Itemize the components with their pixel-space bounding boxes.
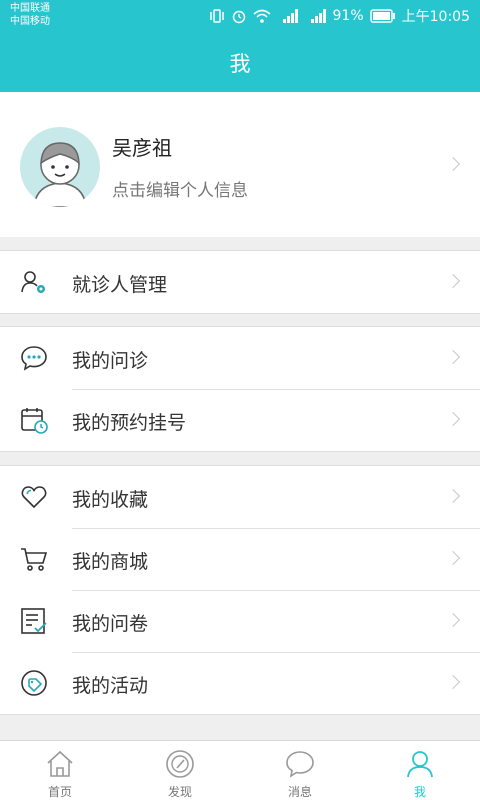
menu-label: 我的活动 — [72, 675, 149, 697]
patient-settings-icon — [21, 271, 45, 293]
chevron-right-icon — [445, 349, 461, 365]
chevron-right-icon — [445, 674, 461, 690]
person-icon — [407, 751, 433, 778]
profile-name: 吴彦祖 — [112, 136, 172, 160]
tab-discover[interactable]: 发现 — [120, 741, 240, 800]
home-icon — [47, 750, 73, 777]
cart-icon — [21, 548, 48, 571]
menu-item-my-favorites[interactable]: 我的收藏 — [0, 466, 480, 528]
status-time: 上午10:05 — [401, 9, 470, 25]
chat-bubble-icon — [21, 346, 47, 371]
menu-item-patient-management[interactable]: 就诊人管理 — [0, 251, 480, 313]
default-avatar-icon[interactable] — [20, 127, 100, 207]
menu-label: 我的收藏 — [72, 489, 149, 511]
chevron-right-icon — [445, 488, 461, 504]
menu-item-my-questionnaires[interactable]: 我的问卷 — [0, 590, 480, 652]
menu-group-patients: 就诊人管理 — [0, 250, 480, 314]
discover-icon — [166, 750, 194, 778]
carrier-info: 中国联通 中国移动 — [10, 2, 50, 28]
page-title: 我 — [229, 52, 251, 76]
heart-icon — [21, 486, 47, 509]
bottom-tab-bar: 首页 发现 消息 我 — [0, 740, 480, 800]
menu-item-my-activities[interactable]: 我的活动 — [0, 652, 480, 714]
menu-item-my-consultations[interactable]: 我的问诊 — [0, 327, 480, 389]
chevron-right-icon — [445, 411, 461, 427]
tab-label: 首页 — [47, 785, 72, 799]
menu-label: 我的预约挂号 — [72, 412, 187, 434]
menu-label: 我的问卷 — [72, 613, 149, 635]
menu-label: 就诊人管理 — [72, 274, 168, 296]
status-icons: 91% 上午10:05 — [209, 6, 470, 26]
profile-card[interactable]: 吴彦祖 点击编辑个人信息 — [0, 92, 480, 237]
menu-label: 我的商城 — [72, 551, 149, 573]
carrier-1: 中国联通 — [10, 3, 50, 14]
signal-4g-icon — [282, 9, 298, 23]
wifi-icon — [252, 9, 271, 23]
profile-edit-hint: 点击编辑个人信息 — [112, 181, 248, 201]
tab-label: 消息 — [287, 785, 312, 799]
chevron-right-icon — [445, 273, 461, 289]
battery-percent: 91% — [332, 8, 364, 24]
message-icon — [286, 751, 314, 778]
questionnaire-icon — [21, 608, 47, 634]
vibrate-icon — [209, 9, 224, 23]
calendar-clock-icon — [21, 408, 48, 434]
tab-messages[interactable]: 消息 — [240, 741, 360, 800]
tab-home[interactable]: 首页 — [0, 741, 120, 800]
header-bar: 中国联通 中国移动 91% 上午10:05 我 — [0, 0, 480, 92]
menu-item-my-mall[interactable]: 我的商城 — [0, 528, 480, 590]
menu-group-personal: 我的收藏 我的商城 我的问卷 我的活动 — [0, 465, 480, 715]
menu-label: 我的问诊 — [72, 350, 149, 372]
menu-item-my-appointments[interactable]: 我的预约挂号 — [0, 389, 480, 451]
alarm-icon — [232, 10, 245, 24]
menu-group-consult: 我的问诊 我的预约挂号 — [0, 326, 480, 452]
chevron-right-icon — [445, 550, 461, 566]
battery-icon — [369, 9, 395, 23]
chevron-right-icon — [445, 156, 461, 172]
tag-icon — [21, 670, 47, 696]
carrier-2: 中国移动 — [10, 16, 50, 27]
chevron-right-icon — [445, 612, 461, 628]
tab-me[interactable]: 我 — [360, 741, 480, 800]
tab-label: 发现 — [167, 785, 192, 799]
signal-2g-icon — [310, 9, 326, 23]
tab-label: 我 — [413, 785, 426, 799]
